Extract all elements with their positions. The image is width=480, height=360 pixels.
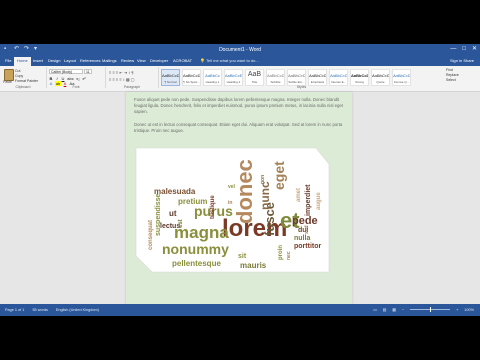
word-pellentesque: pellentesque	[172, 259, 221, 268]
tab-view[interactable]: View	[137, 58, 146, 63]
tab-layout[interactable]: Layout	[64, 58, 76, 63]
window-title: Document1 - Word	[219, 47, 261, 53]
tab-mailings[interactable]: Mailings	[102, 58, 117, 63]
letterbox-top	[0, 0, 480, 44]
status-bar: Page 1 of 1 55 words English (United Kin…	[0, 304, 480, 316]
page-count[interactable]: Page 1 of 1	[5, 308, 24, 312]
style-strong[interactable]: AaBbCcDcStrong	[350, 69, 369, 86]
superscript-button[interactable]: x²	[82, 76, 86, 81]
word-sed: sed	[304, 225, 310, 234]
style-normal[interactable]: AaBbCcDc¶ Normal	[161, 69, 180, 86]
paragraph-group: ≡ ≡ ≡ ⇤ ⇥ ↕ ¶ ≡ ≡ ≡ ≡ ↕ ▦ ▢ Paragraph	[106, 67, 159, 89]
tab-home[interactable]: Home	[14, 57, 31, 66]
clipboard-group: Paste Cut Copy Format Painter Clipboard	[0, 67, 47, 89]
read-mode-icon[interactable]: ▭	[373, 307, 377, 312]
style-intense-quote[interactable]: AaBbCcDcIntense Q...	[392, 69, 411, 86]
word-proin: proin	[278, 245, 284, 260]
style-subtle-emphasis[interactable]: AaBbCcDcSubtle Em...	[287, 69, 306, 86]
word-consequat: consequat	[148, 220, 154, 250]
font-group-label: Font	[72, 85, 80, 89]
word-in: in	[228, 200, 232, 206]
maximize-button[interactable]: □	[462, 46, 466, 53]
print-layout-icon[interactable]: ▤	[383, 307, 387, 312]
word-cloud-svg: loremdonecmagnanonummyetpurus fusceegetnu…	[135, 147, 330, 273]
tab-file[interactable]: File	[5, 58, 11, 63]
format-painter-button[interactable]: Format Painter	[15, 79, 38, 83]
word-nonummy: nonummy	[162, 241, 229, 257]
paragraph-1[interactable]: Fusce aliquet pede non pede. Suspendisse…	[134, 97, 344, 115]
word-porttitor: porttitor	[294, 243, 321, 250]
account-links[interactable]: Sign in Share	[450, 58, 474, 63]
word-ut: ut	[169, 209, 177, 218]
style-intense-emphasis[interactable]: AaBbCcDcIntense E...	[329, 69, 348, 86]
close-button[interactable]: ✕	[472, 46, 477, 53]
word-mauris: mauris	[240, 261, 267, 270]
paragraph-row-1[interactable]: ≡ ≡ ≡ ⇤ ⇥ ↕ ¶	[109, 70, 134, 75]
styles-group-label: Styles	[296, 85, 307, 89]
word-tristique: tristique	[210, 195, 216, 219]
word-eget: eget	[271, 161, 287, 190]
paragraph-group-label: Paragraph	[123, 85, 141, 89]
font-name-box[interactable]: Calibri (Body)	[49, 69, 83, 74]
tab-acrobat[interactable]: ACROBAT	[173, 58, 192, 63]
word-nulla: nulla	[294, 235, 310, 242]
style-no-spacing[interactable]: AaBbCcDc¶ No Spac...	[182, 69, 201, 86]
document-page[interactable]: Fusce aliquet pede non pede. Suspendisse…	[126, 92, 352, 304]
clipboard-group-label: Clipboard	[15, 85, 31, 89]
tab-developer[interactable]: Developer	[150, 58, 168, 63]
tab-design[interactable]: Design	[48, 58, 60, 63]
zoom-slider[interactable]	[410, 307, 451, 312]
subscript-button[interactable]: x₂	[76, 76, 80, 81]
title-bar: ▪ ↶ ↷ ▾ Document1 - Word — □ ✕	[0, 44, 480, 56]
language-indicator[interactable]: English (United Kingdom)	[56, 308, 99, 312]
word-nec: nec	[286, 251, 292, 260]
copy-button[interactable]: Copy	[15, 74, 23, 78]
word-donec: donec	[232, 159, 257, 224]
zoom-out-button[interactable]: −	[402, 308, 404, 312]
select-button[interactable]: Select	[446, 78, 459, 83]
tab-insert[interactable]: Insert	[33, 58, 43, 63]
ribbon-tabs: File Home Insert Design Layout Reference…	[0, 56, 480, 66]
style-subtitle[interactable]: AaBbCcD Subtitle	[266, 69, 285, 86]
word-sit: sit	[238, 253, 247, 260]
cut-button[interactable]: Cut	[15, 69, 20, 73]
screen: ▪ ↶ ↷ ▾ Document1 - Word — □ ✕ File Home…	[0, 0, 480, 360]
tab-references[interactable]: References	[80, 58, 100, 63]
word-amet: amet	[296, 188, 302, 202]
styles-group: AaBbCcDc¶ Normal AaBbCcDc¶ No Spac... Aa…	[159, 67, 444, 89]
zoom-in-button[interactable]: +	[456, 308, 458, 312]
word-est: est	[178, 219, 184, 228]
word-non: non	[260, 175, 266, 184]
word-cloud-image[interactable]: lorem donec magna nonummy et purus fusce eget nu…	[134, 144, 331, 274]
letterbox-bottom	[0, 316, 480, 360]
minimize-button[interactable]: —	[450, 46, 456, 53]
web-layout-icon[interactable]: ▦	[392, 307, 396, 312]
ribbon-home: Paste Cut Copy Format Painter Clipboard …	[0, 66, 480, 92]
word-nunc: nunc	[258, 181, 272, 210]
zoom-thumb[interactable]	[430, 307, 432, 312]
style-heading-2[interactable]: AaBbCcE Heading 2	[224, 69, 243, 86]
word-vel: vel	[228, 184, 236, 190]
style-emphasis[interactable]: AaBbCcDcEmphasis	[308, 69, 327, 86]
word-augue: augue	[316, 192, 322, 210]
editing-group: Find Replace Select	[446, 68, 459, 83]
style-quote[interactable]: AaBbCcDcQuote	[371, 69, 390, 86]
tell-me-box[interactable]: 💡 Tell me what you want to do...	[200, 58, 259, 63]
paragraph-row-2[interactable]: ≡ ≡ ≡ ≡ ↕ ▦ ▢	[109, 77, 135, 82]
word-pretium: pretium	[178, 197, 207, 206]
font-size-box[interactable]: 11	[84, 69, 92, 74]
tab-review[interactable]: Review	[121, 58, 134, 63]
paragraph-2[interactable]: Donec ut est in lectus consequat consequ…	[134, 122, 344, 134]
zoom-level[interactable]: 100%	[464, 308, 474, 312]
font-group: Calibri (Body) 11 B I U abc x₂ x² A ab A…	[47, 67, 106, 89]
word-imperdiet: imperdiet	[305, 184, 312, 216]
style-title[interactable]: AaB Title	[245, 69, 264, 86]
word-count[interactable]: 55 words	[32, 308, 47, 312]
style-heading-1[interactable]: AaBbCc Heading 1	[203, 69, 222, 86]
window-controls: — □ ✕	[450, 46, 477, 53]
